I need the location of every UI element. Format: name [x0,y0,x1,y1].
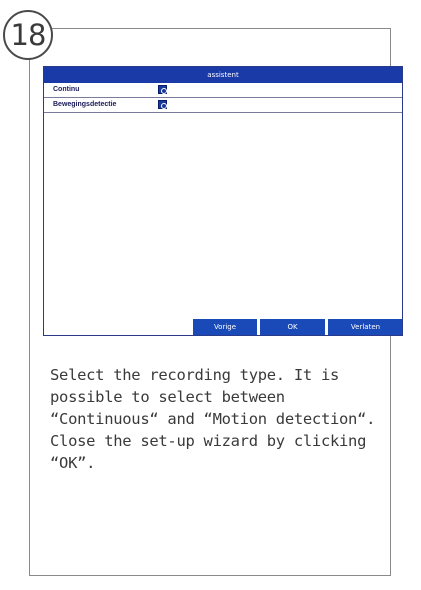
exit-button[interactable]: Verlaten [328,319,402,335]
wizard-title: assistent [207,71,239,79]
ok-button[interactable]: OK [260,319,325,335]
wizard-title-bar: assistent [44,67,402,83]
wizard-screenshot: assistent Continu Bewegingsdetectie Vori… [43,66,403,336]
step-number: 18 [10,18,47,52]
option-label-continuous: Continu [53,86,80,93]
wizard-button-bar: Vorige OK Verlaten [44,319,402,335]
checkbox-icon[interactable] [158,100,167,109]
option-row-motion-detection[interactable]: Bewegingsdetectie [44,98,402,113]
step-number-badge: 18 [3,10,53,60]
option-row-continuous[interactable]: Continu [44,83,402,98]
checkbox-icon[interactable] [158,85,167,94]
previous-button[interactable]: Vorige [193,319,257,335]
instruction-caption: Select the recording type. It is possibl… [50,366,376,472]
option-label-motion-detection: Bewegingsdetectie [53,101,117,108]
